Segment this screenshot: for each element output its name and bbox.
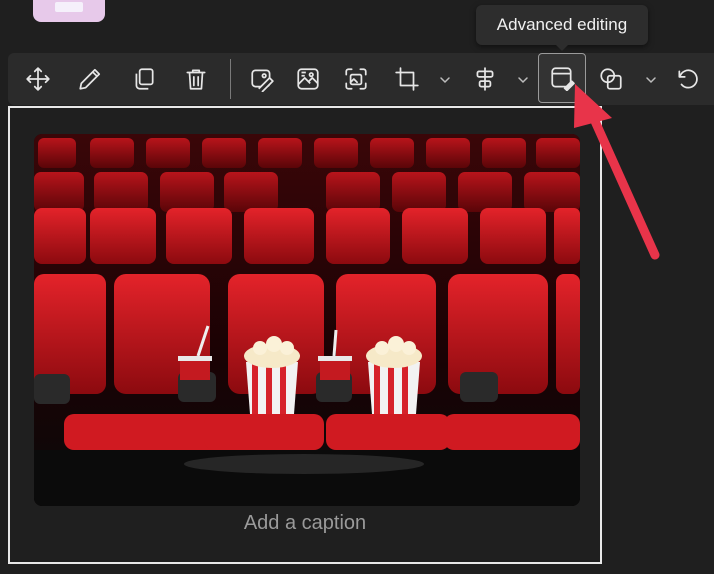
crop-button[interactable]: [386, 57, 452, 101]
trash-icon: [186, 69, 206, 90]
image-edit-icon: [251, 69, 274, 92]
undo-button[interactable]: [668, 57, 708, 101]
delete-button[interactable]: [174, 57, 218, 101]
undo-icon: [678, 69, 698, 89]
align-button[interactable]: [470, 57, 530, 101]
image-toolbar: [8, 53, 714, 105]
chevron-down-icon: [518, 77, 528, 84]
image-frame-icon: [345, 68, 367, 90]
chevron-down-icon: [646, 77, 656, 84]
duplicate-button[interactable]: [122, 57, 166, 101]
move-button[interactable]: [16, 57, 60, 101]
app-thumbnail[interactable]: [33, 0, 105, 22]
image-frame-button[interactable]: [334, 57, 378, 101]
replace-image-button[interactable]: [286, 57, 330, 101]
move-arrows-icon: [26, 67, 50, 91]
toolbar-divider: [230, 59, 231, 99]
advanced-editing-tooltip: Advanced editing: [476, 5, 648, 51]
pencil-icon: [79, 68, 101, 90]
cinema-illustration: [34, 134, 580, 506]
image-replace-icon: [297, 68, 319, 90]
copy-icon: [135, 68, 154, 90]
shapes-button[interactable]: [596, 57, 658, 101]
shapes-icon: [600, 68, 622, 90]
image-edit-button[interactable]: [240, 57, 284, 101]
image-selection-frame[interactable]: Add a caption: [8, 106, 602, 564]
chevron-down-icon: [440, 77, 450, 84]
cinema-seats-image[interactable]: [34, 134, 580, 506]
edit-button[interactable]: [68, 57, 112, 101]
advanced-edit-icon: [551, 67, 575, 91]
align-center-icon: [476, 67, 494, 91]
advanced-editing-button[interactable]: [538, 53, 586, 103]
editor-canvas: Advanced editing Add a caption: [0, 0, 714, 574]
caption-input[interactable]: Add a caption: [10, 512, 600, 535]
crop-icon: [395, 67, 419, 91]
